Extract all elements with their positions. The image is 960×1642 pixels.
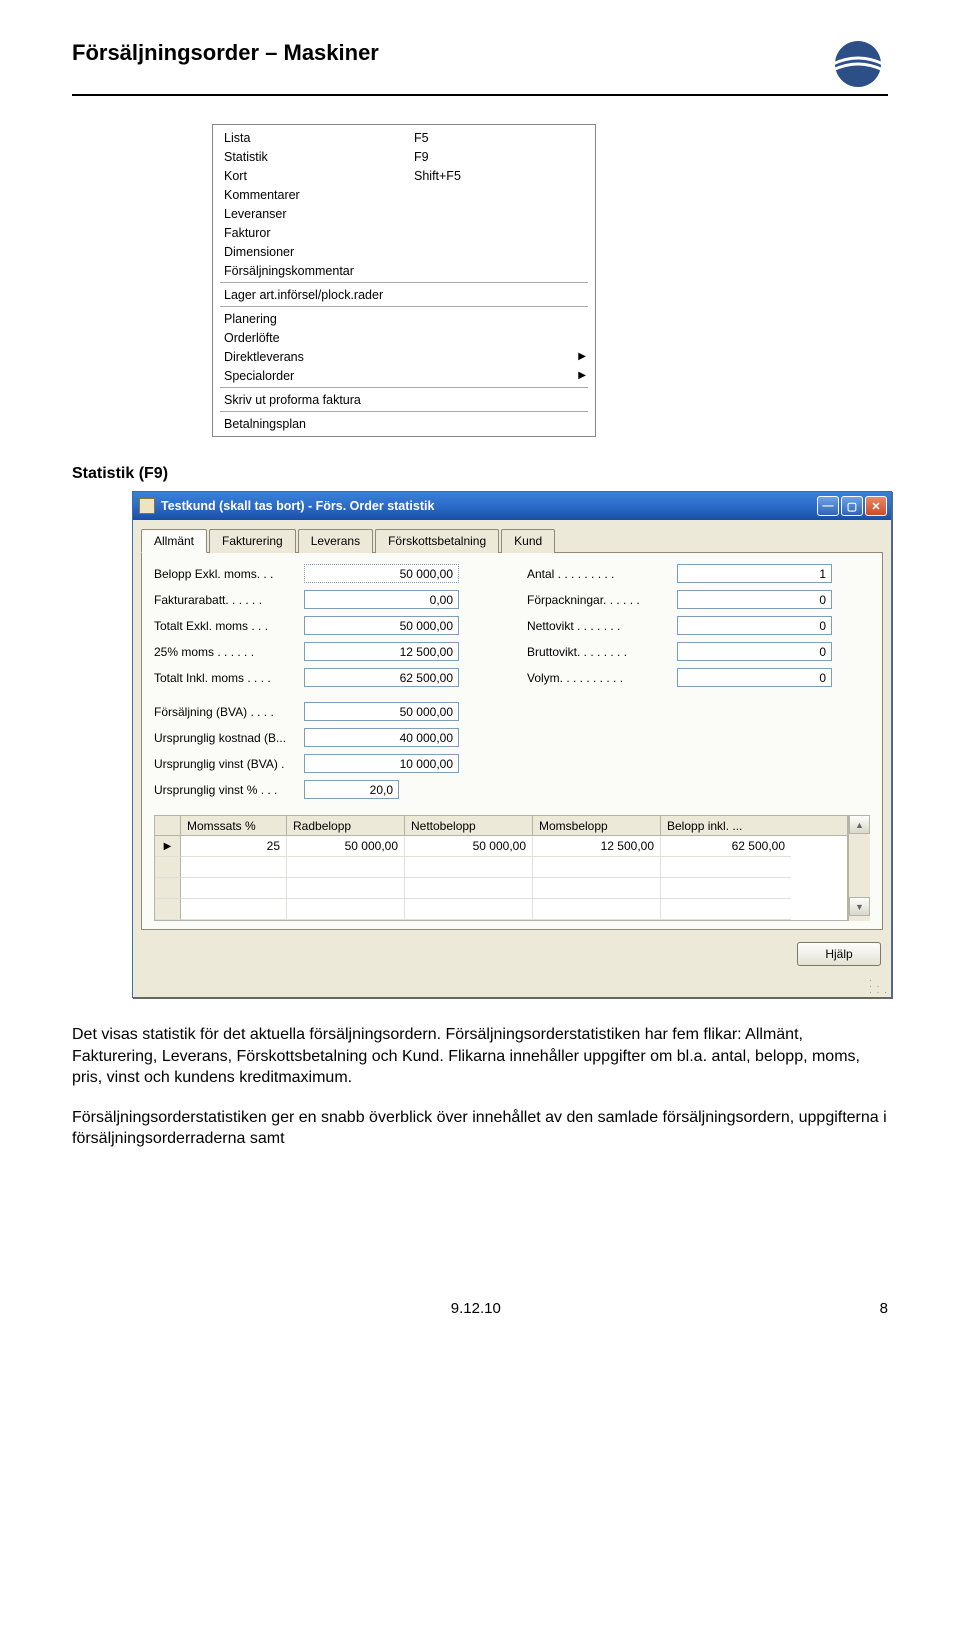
forsaljning-bva-field[interactable]: 50 000,00 [304,702,459,721]
field-label: Antal . . . . . . . . . [527,567,677,581]
left-column: Belopp Exkl. moms. . .50 000,00 Fakturar… [154,563,497,805]
field-label: Ursprunglig vinst (BVA) . [154,757,304,771]
grid-scrollbar[interactable]: ▲ ▼ [848,815,870,921]
table-row[interactable] [155,878,847,899]
footer-date: 9.12.10 [451,1300,501,1317]
ursprunglig-kostnad-field[interactable]: 40 000,00 [304,728,459,747]
tab-allmant[interactable]: Allmänt [141,529,207,553]
ursprunglig-vinst-pct-field[interactable]: 20,0 [304,780,399,799]
totalt-exkl-moms-field[interactable]: 50 000,00 [304,616,459,635]
ursprunglig-vinst-field[interactable]: 10 000,00 [304,754,459,773]
menu-item-statistik[interactable]: StatistikF9 [216,147,592,166]
field-label: Bruttovikt. . . . . . . . [527,645,677,659]
statistics-window: Testkund (skall tas bort) - Förs. Order … [132,491,892,998]
field-label: Försäljning (BVA) . . . . [154,705,304,719]
row-indicator-icon: ▶ [155,836,181,857]
nettovikt-field[interactable]: 0 [677,616,832,635]
menu-item-specialorder[interactable]: Specialorder▶ [216,366,592,385]
field-label: Ursprunglig kostnad (B... [154,731,304,745]
right-column: Antal . . . . . . . . .1 Förpackningar. … [527,563,870,805]
submenu-arrow-icon: ▶ [578,351,586,362]
menu-item-leveranser[interactable]: Leveranser [216,204,592,223]
table-row[interactable] [155,857,847,878]
field-label: Nettovikt . . . . . . . [527,619,677,633]
menu-item-orderlofte[interactable]: Orderlöfte [216,328,592,347]
volym-field[interactable]: 0 [677,668,832,687]
antal-field[interactable]: 1 [677,564,832,583]
menu-item-kort[interactable]: KortShift+F5 [216,166,592,185]
minimize-button[interactable]: — [817,496,839,516]
bruttovikt-field[interactable]: 0 [677,642,832,661]
cell-nettobelopp[interactable]: 50 000,00 [405,836,533,857]
cell-momsbelopp[interactable]: 12 500,00 [533,836,661,857]
menu-item-fkommentar[interactable]: Försäljningskommentar [216,261,592,280]
field-label: Totalt Exkl. moms . . . [154,619,304,633]
submenu-arrow-icon: ▶ [578,370,586,381]
tab-panel-allmant: Belopp Exkl. moms. . .50 000,00 Fakturar… [141,552,883,930]
window-icon [139,498,155,514]
menu-item-dimensioner[interactable]: Dimensioner [216,242,592,261]
resize-grip-icon[interactable]: .. .. . . [133,976,891,997]
grid-col-momssats[interactable]: Momssats % [181,816,287,835]
grid-col-radbelopp[interactable]: Radbelopp [287,816,405,835]
header-rule [72,94,888,96]
tab-forskott[interactable]: Förskottsbetalning [375,529,499,553]
page-title: Försäljningsorder – Maskiner [72,40,379,66]
maximize-button[interactable]: ▢ [841,496,863,516]
tab-kund[interactable]: Kund [501,529,555,553]
paragraph: Det visas statistik för det aktuella för… [72,1024,888,1089]
field-label: Fakturarabatt. . . . . . [154,593,304,607]
table-row[interactable] [155,899,847,920]
body-text: Det visas statistik för det aktuella för… [72,1024,888,1150]
tab-strip: Allmänt Fakturering Leverans Förskottsbe… [133,520,891,552]
scroll-up-icon[interactable]: ▲ [849,815,870,834]
tab-fakturering[interactable]: Fakturering [209,529,296,553]
close-button[interactable]: ✕ [865,496,887,516]
help-button[interactable]: Hjälp [797,942,881,966]
scroll-down-icon[interactable]: ▼ [849,897,870,916]
cell-radbelopp[interactable]: 50 000,00 [287,836,405,857]
fakturarabatt-field[interactable]: 0,00 [304,590,459,609]
window-title: Testkund (skall tas bort) - Förs. Order … [161,499,817,513]
logo-icon [828,40,888,88]
paragraph: Försäljningsorderstatistiken ger en snab… [72,1107,888,1150]
field-label: Ursprunglig vinst % . . . [154,783,304,797]
field-label: Totalt Inkl. moms . . . . [154,671,304,685]
field-label: Volym. . . . . . . . . . [527,671,677,685]
field-label: Belopp Exkl. moms. . . [154,567,304,581]
footer-page: 8 [880,1300,888,1317]
menu-item-planering[interactable]: Planering [216,309,592,328]
grid-col-beloppinkl[interactable]: Belopp inkl. ... [661,816,791,835]
field-label: 25% moms . . . . . . [154,645,304,659]
moms-25-field[interactable]: 12 500,00 [304,642,459,661]
context-menu: ListaF5 StatistikF9 KortShift+F5 Komment… [212,124,596,437]
menu-item-fakturor[interactable]: Fakturor [216,223,592,242]
tab-leverans[interactable]: Leverans [298,529,373,553]
menu-item-kommentarer[interactable]: Kommentarer [216,185,592,204]
menu-item-direktleverans[interactable]: Direktleverans▶ [216,347,592,366]
totalt-inkl-moms-field[interactable]: 62 500,00 [304,668,459,687]
table-row[interactable]: ▶ 25 50 000,00 50 000,00 12 500,00 62 50… [155,836,847,857]
menu-item-lista[interactable]: ListaF5 [216,128,592,147]
vat-grid: Momssats % Radbelopp Nettobelopp Momsbel… [154,815,870,921]
belopp-exkl-moms-field[interactable]: 50 000,00 [304,564,459,583]
grid-col-momsbelopp[interactable]: Momsbelopp [533,816,661,835]
forpackningar-field[interactable]: 0 [677,590,832,609]
grid-corner [155,816,181,835]
field-label: Förpackningar. . . . . . [527,593,677,607]
section-title: Statistik (F9) [72,465,888,483]
titlebar[interactable]: Testkund (skall tas bort) - Förs. Order … [133,492,891,520]
menu-item-proforma[interactable]: Skriv ut proforma faktura [216,390,592,409]
menu-item-betalningsplan[interactable]: Betalningsplan [216,414,592,433]
grid-col-nettobelopp[interactable]: Nettobelopp [405,816,533,835]
cell-momssats[interactable]: 25 [181,836,287,857]
cell-beloppinkl[interactable]: 62 500,00 [661,836,791,857]
menu-item-lager[interactable]: Lager art.införsel/plock.rader [216,285,592,304]
